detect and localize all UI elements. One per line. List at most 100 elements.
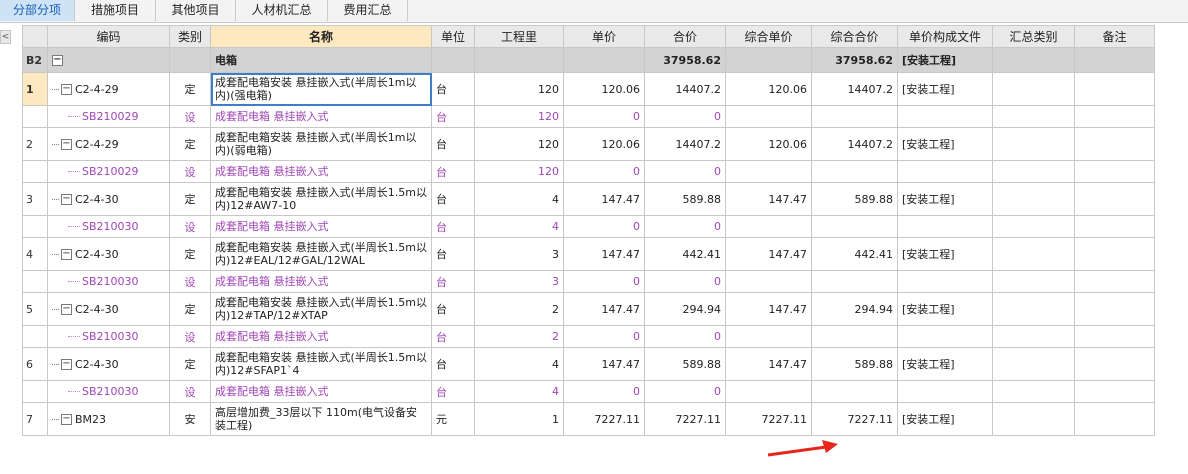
unit-price-cell[interactable]: 120.06 xyxy=(563,127,645,161)
summary-category-cell[interactable] xyxy=(992,182,1075,216)
summary-category-cell[interactable] xyxy=(992,105,1075,128)
unit-price-cell[interactable]: 147.47 xyxy=(563,182,645,216)
price-file-cell[interactable] xyxy=(897,160,993,183)
tab-other-items[interactable]: 其他项目 xyxy=(156,0,236,21)
remarks-cell[interactable] xyxy=(1074,160,1155,183)
comp-unit-price-cell[interactable]: 147.47 xyxy=(725,182,812,216)
code-cell[interactable]: SB210030 xyxy=(47,380,170,403)
unit-cell[interactable]: 台 xyxy=(431,347,475,381)
header-category[interactable]: 类别 xyxy=(169,25,211,48)
summary-category-cell[interactable] xyxy=(992,402,1075,436)
name-cell[interactable]: 成套配电箱安装 悬挂嵌入式(半周长1.5m以内)12#SFAP1`4 xyxy=(210,347,432,381)
category-cell[interactable]: 定 xyxy=(169,72,211,106)
comp-total-price-cell[interactable] xyxy=(811,105,898,128)
header-quantity[interactable]: 工程里 xyxy=(474,25,564,48)
name-cell[interactable]: 成套配电箱安装 悬挂嵌入式(半周长1m以内)(强电箱) xyxy=(210,72,432,106)
name-cell[interactable]: 成套配电箱 悬挂嵌入式 xyxy=(210,105,432,128)
quantity-cell[interactable]: 4 xyxy=(474,380,564,403)
price-file-cell[interactable] xyxy=(897,215,993,238)
group-total[interactable]: 37958.62 xyxy=(644,47,726,73)
category-cell[interactable]: 设 xyxy=(169,160,211,183)
price-file-cell[interactable]: [安装工程] xyxy=(897,182,993,216)
comp-unit-price-cell[interactable] xyxy=(725,105,812,128)
total-price-cell[interactable]: 14407.2 xyxy=(644,127,726,161)
total-price-cell[interactable]: 0 xyxy=(644,105,726,128)
comp-total-price-cell[interactable]: 294.94 xyxy=(811,292,898,326)
summary-category-cell[interactable] xyxy=(992,292,1075,326)
group-price-cell[interactable] xyxy=(563,47,645,73)
comp-unit-price-cell[interactable]: 120.06 xyxy=(725,127,812,161)
comp-total-price-cell[interactable]: 14407.2 xyxy=(811,72,898,106)
price-file-cell[interactable]: [安装工程] xyxy=(897,292,993,326)
category-cell[interactable]: 设 xyxy=(169,105,211,128)
category-cell[interactable]: 定 xyxy=(169,347,211,381)
total-price-cell[interactable]: 0 xyxy=(644,160,726,183)
quantity-cell[interactable]: 4 xyxy=(474,215,564,238)
code-cell[interactable]: SB210029 xyxy=(47,160,170,183)
unit-price-cell[interactable]: 0 xyxy=(563,215,645,238)
header-comp-unit-price[interactable]: 综合单价 xyxy=(725,25,812,48)
tab-labor-material-summary[interactable]: 人材机汇总 xyxy=(236,0,328,21)
quantity-cell[interactable]: 120 xyxy=(474,72,564,106)
tab-measures[interactable]: 措施项目 xyxy=(75,0,156,21)
price-file-cell[interactable]: [安装工程] xyxy=(897,127,993,161)
collapse-minus-icon[interactable]: − xyxy=(61,359,72,370)
summary-category-cell[interactable] xyxy=(992,347,1075,381)
unit-cell[interactable]: 台 xyxy=(431,127,475,161)
collapse-minus-icon[interactable]: − xyxy=(61,84,72,95)
unit-price-cell[interactable]: 147.47 xyxy=(563,237,645,271)
code-cell[interactable]: − C2-4-29 xyxy=(47,72,170,106)
code-cell[interactable]: SB210030 xyxy=(47,215,170,238)
code-cell[interactable]: − C2-4-30 xyxy=(47,182,170,216)
remarks-cell[interactable] xyxy=(1074,325,1155,348)
comp-total-price-cell[interactable]: 589.88 xyxy=(811,182,898,216)
comp-unit-price-cell[interactable]: 147.47 xyxy=(725,237,812,271)
table-row[interactable]: 1− C2-4-29 定成套配电箱安装 悬挂嵌入式(半周长1m以内)(强电箱) 台 12… xyxy=(22,72,1155,106)
comp-unit-price-cell[interactable]: 147.47 xyxy=(725,292,812,326)
comp-total-price-cell[interactable]: 7227.11 xyxy=(811,402,898,436)
category-cell[interactable]: 定 xyxy=(169,292,211,326)
group-name[interactable]: 电箱 xyxy=(210,47,432,73)
comp-unit-price-cell[interactable] xyxy=(725,380,812,403)
header-total-price[interactable]: 合价 xyxy=(644,25,726,48)
comp-unit-price-cell[interactable]: 147.47 xyxy=(725,347,812,381)
price-file-cell[interactable]: [安装工程] xyxy=(897,402,993,436)
collapse-minus-icon[interactable]: − xyxy=(61,304,72,315)
quantity-cell[interactable]: 3 xyxy=(474,237,564,271)
quantity-cell[interactable]: 1 xyxy=(474,402,564,436)
name-cell[interactable]: 成套配电箱 悬挂嵌入式 xyxy=(210,325,432,348)
summary-category-cell[interactable] xyxy=(992,72,1075,106)
total-price-cell[interactable]: 7227.11 xyxy=(644,402,726,436)
total-price-cell[interactable]: 589.88 xyxy=(644,347,726,381)
comp-total-price-cell[interactable] xyxy=(811,215,898,238)
code-cell[interactable]: − C2-4-30 xyxy=(47,237,170,271)
remarks-cell[interactable] xyxy=(1074,292,1155,326)
code-cell[interactable]: − C2-4-30 xyxy=(47,292,170,326)
price-file-cell[interactable]: [安装工程] xyxy=(897,72,993,106)
comp-total-price-cell[interactable] xyxy=(811,380,898,403)
comp-unit-price-cell[interactable] xyxy=(725,160,812,183)
name-cell[interactable]: 成套配电箱安装 悬挂嵌入式(半周长1.5m以内)12#AW7-10 xyxy=(210,182,432,216)
group-category-cell[interactable] xyxy=(169,47,211,73)
name-cell[interactable]: 成套配电箱 悬挂嵌入式 xyxy=(210,380,432,403)
category-cell[interactable]: 定 xyxy=(169,237,211,271)
tab-cost-summary[interactable]: 费用汇总 xyxy=(328,0,408,21)
name-cell[interactable]: 高层增加费_33层以下 110m(电气设备安装工程) xyxy=(210,402,432,436)
remarks-cell[interactable] xyxy=(1074,347,1155,381)
comp-total-price-cell[interactable] xyxy=(811,270,898,293)
code-cell[interactable]: − C2-4-30 xyxy=(47,347,170,381)
unit-price-cell[interactable]: 120.06 xyxy=(563,72,645,106)
table-subrow[interactable]: SB210030 设成套配电箱 悬挂嵌入式台 3 0 0 xyxy=(22,270,1155,293)
table-row[interactable]: 2− C2-4-29 定成套配电箱安装 悬挂嵌入式(半周长1m以内)(弱电箱) 台 12… xyxy=(22,127,1155,161)
remarks-cell[interactable] xyxy=(1074,237,1155,271)
remarks-cell[interactable] xyxy=(1074,380,1155,403)
group-row[interactable]: B2 − 电箱 37958.62 37958.62 [安装工程] xyxy=(22,47,1155,73)
group-unit-cell[interactable] xyxy=(431,47,475,73)
total-price-cell[interactable]: 0 xyxy=(644,215,726,238)
unit-cell[interactable]: 台 xyxy=(431,237,475,271)
comp-unit-price-cell[interactable] xyxy=(725,215,812,238)
quantity-cell[interactable]: 4 xyxy=(474,182,564,216)
summary-category-cell[interactable] xyxy=(992,127,1075,161)
comp-total-price-cell[interactable] xyxy=(811,325,898,348)
price-file-cell[interactable]: [安装工程] xyxy=(897,347,993,381)
